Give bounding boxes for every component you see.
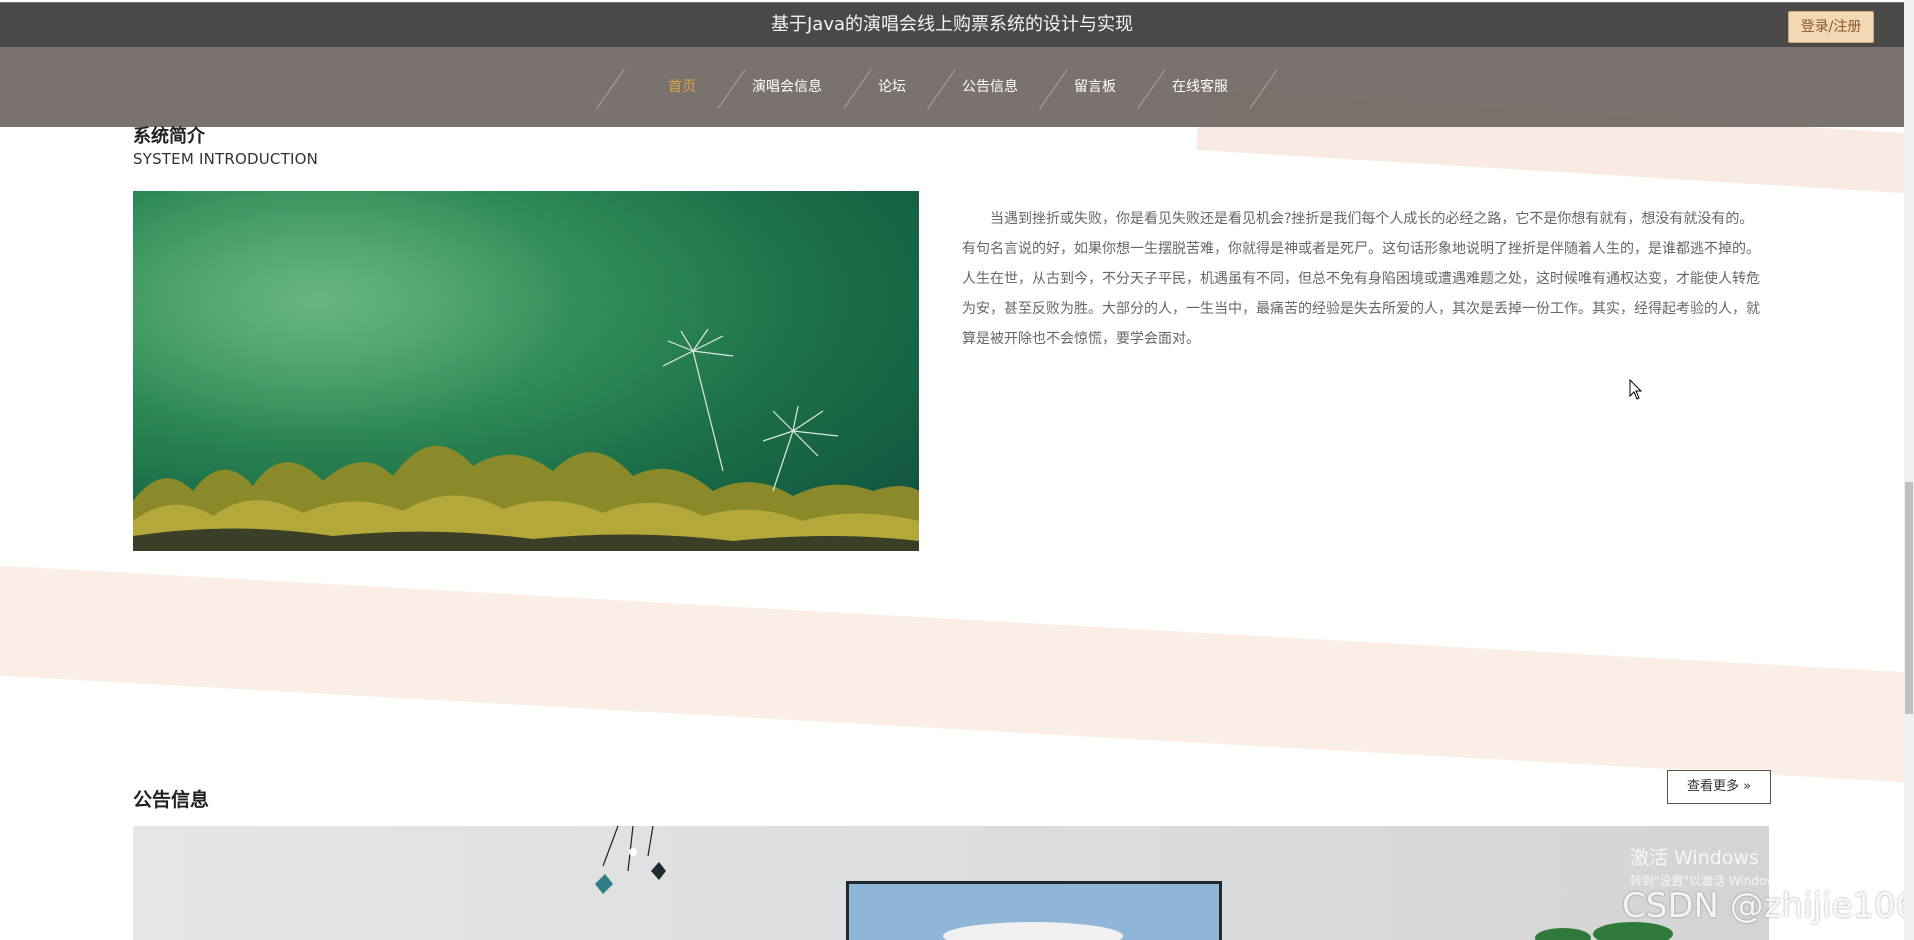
mouse-cursor-icon xyxy=(1629,379,1643,400)
view-more-button[interactable]: 查看更多 » xyxy=(1667,770,1771,804)
notice-section-title: 公告信息 xyxy=(133,789,210,811)
intro-text: 当遇到挫折或失败，你是看见失败还是看见机会?挫折是我们每个人成长的必经之路，它不… xyxy=(962,211,1760,347)
nav-item-label: 演唱会信息 xyxy=(752,79,822,95)
windows-activation-title: 激活 Windows xyxy=(1630,847,1759,869)
nav-item[interactable]: 在线客服 xyxy=(1144,47,1278,127)
nav-item[interactable]: 公告信息 xyxy=(934,47,1068,127)
dandelion-moss-illustration xyxy=(133,191,919,551)
room-illustration xyxy=(595,826,1673,940)
notice-banner-image xyxy=(133,826,1769,940)
intro-title: 系统简介 xyxy=(133,126,205,147)
intro-image xyxy=(133,191,919,551)
nav-divider xyxy=(596,69,625,109)
nav-item-label: 留言板 xyxy=(1074,79,1116,95)
nav-item-label: 首页 xyxy=(668,79,696,95)
scrollbar-thumb[interactable] xyxy=(1905,482,1913,714)
nav-divider xyxy=(1249,69,1278,109)
intro-subtitle: SYSTEM INTRODUCTION xyxy=(133,150,319,168)
csdn-watermark: CSDN @zhijie106 xyxy=(1622,886,1914,926)
nav-item[interactable]: 演唱会信息 xyxy=(724,47,872,127)
page: 基于Java的演唱会线上购票系统的设计与实现 登录/注册 首页 演唱会信息 论坛 公告… xyxy=(0,0,1914,940)
nav-item[interactable]: 留言板 xyxy=(1046,47,1166,127)
scrollbar-track[interactable] xyxy=(1904,0,1914,940)
main-nav: 首页 演唱会信息 论坛 公告信息 留言板 在线客服 xyxy=(0,47,1904,127)
nav-item[interactable]: 首页 xyxy=(596,47,746,127)
nav-items: 首页 演唱会信息 论坛 公告信息 留言板 在线客服 xyxy=(596,47,1278,127)
login-register-button[interactable]: 登录/注册 xyxy=(1788,11,1874,43)
site-title: 基于Java的演唱会线上购票系统的设计与实现 xyxy=(770,14,1134,35)
nav-item-label: 论坛 xyxy=(878,79,906,95)
nav-item[interactable]: 论坛 xyxy=(850,47,956,127)
nav-item-label: 公告信息 xyxy=(962,79,1018,95)
nav-item-label: 在线客服 xyxy=(1172,79,1228,95)
decorative-band xyxy=(0,560,1914,793)
top-bar: 基于Java的演唱会线上购票系统的设计与实现 登录/注册 xyxy=(0,2,1904,47)
